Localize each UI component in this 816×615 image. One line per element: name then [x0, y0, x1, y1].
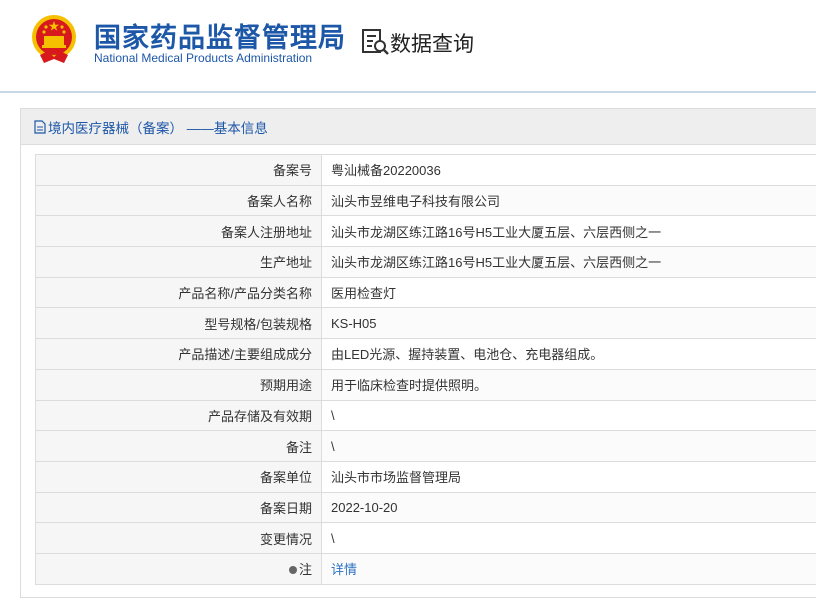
- row-value: 医用检查灯: [321, 276, 816, 309]
- header-divider: [0, 91, 816, 93]
- row-label: 产品存储及有效期: [35, 399, 322, 432]
- row-label: 产品名称/产品分类名称: [35, 276, 322, 309]
- row-label: 注: [298, 562, 312, 578]
- site-header: 国家药品监督管理局 National Medical Products Admi…: [0, 0, 816, 93]
- row-label: 变更情况: [35, 522, 322, 554]
- row-label: 备案人注册地址: [35, 215, 322, 248]
- row-label: 备注: [35, 430, 322, 462]
- agency-name-en: National Medical Products Administration: [94, 51, 313, 65]
- details-link[interactable]: 详情: [331, 562, 357, 577]
- table-row: 生产地址 汕头市龙湖区练江路16号H5工业大厦五层、六层西侧之一: [35, 246, 816, 278]
- table-row: 产品名称/产品分类名称 医用检查灯: [35, 276, 816, 309]
- row-label: 备案人名称: [35, 184, 322, 217]
- row-label: 预期用途: [35, 368, 322, 401]
- table-row: 产品描述/主要组成成分 由LED光源、握持装置、电池仓、充电器组成。: [35, 338, 816, 370]
- row-value: \: [321, 430, 816, 462]
- row-value: 汕头市昱维电子科技有限公司: [321, 184, 816, 217]
- row-value: 详情: [321, 552, 816, 585]
- note-label-cell: 注: [35, 552, 322, 585]
- table-row: 产品存储及有效期 \: [35, 399, 816, 432]
- row-value: KS-H05: [321, 307, 816, 340]
- detail-table: 备案号 粤汕械备20220036 备案人名称 汕头市昱维电子科技有限公司 备案人…: [35, 154, 816, 585]
- row-label: 备案单位: [35, 460, 322, 493]
- table-row: 备案日期 2022-10-20: [35, 491, 816, 524]
- pin-icon: [288, 566, 297, 575]
- row-value: 汕头市龙湖区练江路16号H5工业大厦五层、六层西侧之一: [321, 215, 816, 248]
- row-value: 由LED光源、握持装置、电池仓、充电器组成。: [321, 338, 816, 370]
- row-label: 产品描述/主要组成成分: [35, 338, 322, 370]
- table-row: 备案人注册地址 汕头市龙湖区练江路16号H5工业大厦五层、六层西侧之一: [35, 215, 816, 248]
- table-row: 预期用途 用于临床检查时提供照明。: [35, 368, 816, 401]
- row-value: \: [321, 399, 816, 432]
- row-value: 汕头市市场监督管理局: [321, 460, 816, 493]
- row-value: 汕头市龙湖区练江路16号H5工业大厦五层、六层西侧之一: [321, 246, 816, 278]
- national-emblem-icon: [32, 15, 76, 63]
- table-row: 变更情况 \: [35, 522, 816, 554]
- table-row: 备案单位 汕头市市场监督管理局: [35, 460, 816, 493]
- agency-name-cn: 国家药品监督管理局: [94, 23, 346, 53]
- panel-title: 境内医疗器械（备案） ——基本信息: [48, 120, 268, 136]
- row-label: 备案日期: [35, 491, 322, 524]
- document-icon: [34, 119, 46, 134]
- info-panel: 境内医疗器械（备案） ——基本信息 备案号 粤汕械备20220036 备案人名称…: [20, 108, 816, 598]
- document-search-icon: [362, 29, 389, 55]
- row-value: \: [321, 522, 816, 554]
- row-label: 型号规格/包装规格: [35, 307, 322, 340]
- table-row: 备案号 粤汕械备20220036: [35, 154, 816, 186]
- table-row: 注 详情: [35, 552, 816, 585]
- page-title: 数据查询: [390, 33, 474, 56]
- row-label: 备案号: [35, 154, 322, 186]
- row-value: 用于临床检查时提供照明。: [321, 368, 816, 401]
- panel-header: 境内医疗器械（备案） ——基本信息: [21, 109, 816, 145]
- table-row: 备注 \: [35, 430, 816, 462]
- row-value: 粤汕械备20220036: [321, 154, 816, 186]
- table-row: 备案人名称 汕头市昱维电子科技有限公司: [35, 184, 816, 217]
- row-label: 生产地址: [35, 246, 322, 278]
- table-row: 型号规格/包装规格 KS-H05: [35, 307, 816, 340]
- row-value: 2022-10-20: [321, 491, 816, 524]
